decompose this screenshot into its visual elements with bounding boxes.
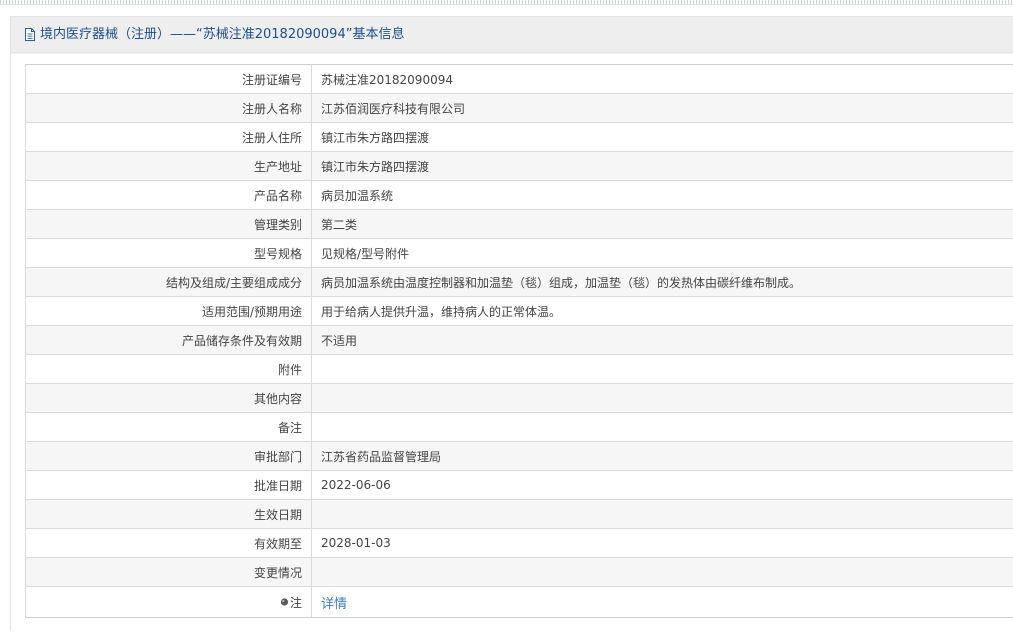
table-row: 注册证编号 苏械注准20182090094 <box>25 64 1013 94</box>
table-row: 注册人住所 镇江市朱方路四摆渡 <box>25 122 1013 152</box>
field-value <box>311 412 1013 442</box>
field-label: 注册人住所 <box>25 122 312 152</box>
field-label: 变更情况 <box>25 557 312 587</box>
panel-body: 注册证编号 苏械注准20182090094 注册人名称 江苏佰润医疗科技有限公司… <box>11 54 1013 631</box>
field-label: 生效日期 <box>25 499 312 529</box>
document-icon <box>24 28 37 41</box>
table-row: 批准日期 2022-06-06 <box>25 470 1013 500</box>
note-label: 注 <box>289 595 302 610</box>
field-value: 病员加温系统由温度控制器和加温垫（毯）组成，加温垫（毯）的发热体由碳纤维布制成。 <box>311 267 1013 297</box>
field-value <box>311 383 1013 413</box>
field-label: 结构及组成/主要组成成分 <box>25 267 312 297</box>
table-row: 结构及组成/主要组成成分 病员加温系统由温度控制器和加温垫（毯）组成，加温垫（毯… <box>25 267 1013 297</box>
table-row: 管理类别 第二类 <box>25 209 1013 239</box>
table-row: 变更情况 <box>25 557 1013 587</box>
field-label: 注册证编号 <box>25 64 312 94</box>
field-label: 批准日期 <box>25 470 312 500</box>
field-value: 2022-06-06 <box>311 470 1013 500</box>
basic-info-table: 注册证编号 苏械注准20182090094 注册人名称 江苏佰润医疗科技有限公司… <box>25 64 1013 618</box>
field-value: 苏械注准20182090094 <box>311 64 1013 94</box>
panel-title: 境内医疗器械（注册）——“苏械注准20182090094”基本信息 <box>40 27 405 42</box>
table-row: 适用范围/预期用途 用于给病人提供升温，维持病人的正常体温。 <box>25 296 1013 326</box>
field-label: 其他内容 <box>25 383 312 413</box>
field-label: 型号规格 <box>25 238 312 268</box>
info-panel: 境内医疗器械（注册）——“苏械注准20182090094”基本信息 注册证编号 … <box>10 16 1013 631</box>
field-value: 镇江市朱方路四摆渡 <box>311 151 1013 181</box>
field-label: 有效期至 <box>25 528 312 558</box>
table-row: 产品储存条件及有效期 不适用 <box>25 325 1013 355</box>
table-row: 备注 <box>25 412 1013 442</box>
field-label: 产品名称 <box>25 180 312 210</box>
field-value: 用于给病人提供升温，维持病人的正常体温。 <box>311 296 1013 326</box>
field-value: 见规格/型号附件 <box>311 238 1013 268</box>
note-label-cell: 注 <box>25 586 312 618</box>
table-row: 有效期至 2028-01-03 <box>25 528 1013 558</box>
table-row: 其他内容 <box>25 383 1013 413</box>
note-row: 注 详情 <box>25 586 1013 618</box>
field-value <box>311 499 1013 529</box>
field-label: 产品储存条件及有效期 <box>25 325 312 355</box>
field-value: 2028-01-03 <box>311 528 1013 558</box>
field-label: 注册人名称 <box>25 93 312 123</box>
field-value <box>311 557 1013 587</box>
bulb-icon <box>280 597 289 607</box>
top-dotted-border <box>0 0 1013 5</box>
field-label: 审批部门 <box>25 441 312 471</box>
table-row: 审批部门 江苏省药品监督管理局 <box>25 441 1013 471</box>
field-value: 镇江市朱方路四摆渡 <box>311 122 1013 152</box>
field-value: 江苏佰润医疗科技有限公司 <box>311 93 1013 123</box>
note-value-cell: 详情 <box>311 586 1013 618</box>
field-value: 不适用 <box>311 325 1013 355</box>
table-row: 型号规格 见规格/型号附件 <box>25 238 1013 268</box>
field-label: 管理类别 <box>25 209 312 239</box>
field-value: 第二类 <box>311 209 1013 239</box>
field-value <box>311 354 1013 384</box>
field-value: 江苏省药品监督管理局 <box>311 441 1013 471</box>
details-link[interactable]: 详情 <box>321 597 347 612</box>
table-row: 生产地址 镇江市朱方路四摆渡 <box>25 151 1013 181</box>
field-label: 适用范围/预期用途 <box>25 296 312 326</box>
field-label: 附件 <box>25 354 312 384</box>
table-row: 产品名称 病员加温系统 <box>25 180 1013 210</box>
field-label: 备注 <box>25 412 312 442</box>
table-row: 生效日期 <box>25 499 1013 529</box>
field-label: 生产地址 <box>25 151 312 181</box>
panel-header: 境内医疗器械（注册）——“苏械注准20182090094”基本信息 <box>11 17 1013 53</box>
table-row: 注册人名称 江苏佰润医疗科技有限公司 <box>25 93 1013 123</box>
table-row: 附件 <box>25 354 1013 384</box>
field-value: 病员加温系统 <box>311 180 1013 210</box>
